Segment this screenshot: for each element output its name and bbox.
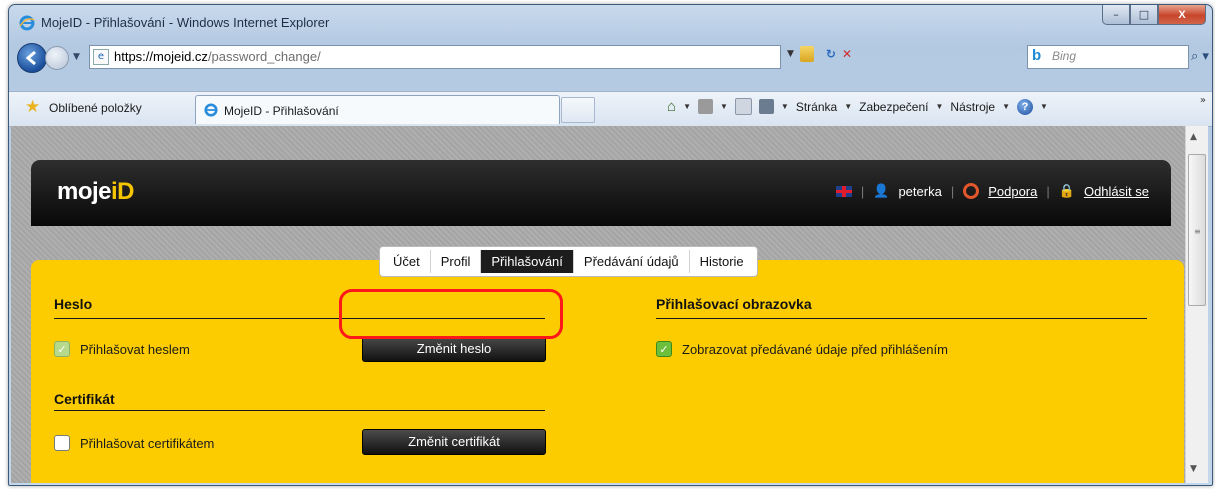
title-bar[interactable]: MojeID - Přihlašování - Windows Internet…: [9, 5, 1212, 41]
english-flag-icon[interactable]: [835, 185, 852, 197]
command-bar: ⌂ ▼ ▼ ▼ Stránka ▼ Zabezpečení ▼ Nástroje ▼ ?…: [667, 98, 1048, 115]
print-icon[interactable]: [758, 99, 774, 114]
support-link[interactable]: Podpora: [988, 184, 1037, 199]
forward-button[interactable]: [45, 46, 69, 70]
separator: |: [950, 183, 955, 199]
certificate-divider: [54, 410, 545, 411]
scroll-grip-icon: ≡: [1194, 227, 1201, 236]
toolbar-overflow-icon[interactable]: »: [1200, 95, 1206, 106]
site-tabs: Účet Profil Přihlašování Předávání údajů…: [379, 246, 758, 277]
password-checkbox-row: ✓ Přihlašovat heslem: [54, 341, 190, 357]
show-shared-data-label: Zobrazovat předávané údaje před přihláše…: [682, 341, 948, 357]
menu-tools[interactable]: Nástroje: [950, 100, 995, 114]
new-tab-button[interactable]: [561, 97, 595, 123]
history-dropdown-icon[interactable]: ▼: [73, 52, 80, 62]
mojeid-logo[interactable]: mojeiD: [57, 178, 135, 206]
tab-ucet[interactable]: Účet: [383, 250, 431, 273]
tab-profil[interactable]: Profil: [431, 250, 482, 273]
page-viewport: mojeiD | 👤 peterka | Podpora | 🔒 Odhlási…: [11, 126, 1185, 483]
header-user-links: | 👤 peterka | Podpora | 🔒 Odhlásit se: [835, 183, 1149, 199]
back-button[interactable]: [17, 43, 47, 73]
tab-ie-icon: [204, 103, 218, 117]
mail-icon[interactable]: [734, 98, 752, 115]
separator: |: [1046, 183, 1050, 199]
address-dropdown-icon[interactable]: ▼: [787, 49, 794, 59]
scroll-up-icon[interactable]: ▲: [1190, 132, 1197, 142]
stop-icon[interactable]: ✕: [842, 47, 852, 61]
logout-link[interactable]: Odhlásit se: [1084, 184, 1149, 199]
help-dropdown-icon[interactable]: ▼: [1040, 102, 1048, 111]
certificate-checkbox-row: Přihlašovat certifikátem: [54, 435, 214, 451]
address-url: https://mojeid.cz/password_change/: [114, 49, 321, 64]
page-dropdown-icon[interactable]: ▼: [844, 102, 852, 111]
username[interactable]: peterka: [898, 184, 941, 199]
browser-window: MojeID - Přihlašování - Windows Internet…: [8, 4, 1213, 486]
site-header: mojeiD | 👤 peterka | Podpora | 🔒 Odhlási…: [31, 160, 1171, 226]
favorites-bar: ★ Oblíbené položky MojeID - Přihlašování…: [9, 91, 1212, 127]
minimize-button[interactable]: –: [1102, 5, 1130, 25]
separator: |: [860, 183, 865, 199]
tab-predavani-udaju[interactable]: Předávání údajů: [574, 250, 690, 273]
maximize-button[interactable]: □: [1130, 5, 1158, 25]
login-screen-section-title: Přihlašovací obrazovka: [656, 296, 812, 312]
address-bar[interactable]: e https://mojeid.cz/password_change/: [89, 45, 781, 69]
scroll-down-icon[interactable]: ▼: [1190, 464, 1197, 474]
menu-page[interactable]: Stránka: [796, 100, 837, 114]
change-password-button[interactable]: Změnit heslo: [362, 336, 546, 362]
url-host: https://mojeid.cz: [114, 49, 208, 64]
favorites-label[interactable]: Oblíbené položky: [49, 101, 142, 115]
url-path: /password_change/: [207, 49, 321, 64]
user-icon: 👤: [873, 183, 890, 198]
lifebuoy-icon: [963, 183, 980, 199]
window-title: MojeID - Přihlašování - Windows Internet…: [41, 15, 330, 30]
browser-tab[interactable]: MojeID - Přihlašování: [195, 95, 560, 124]
page-icon: e: [93, 49, 109, 65]
search-placeholder: Bing: [1052, 49, 1077, 63]
feeds-dropdown-icon[interactable]: ▼: [720, 102, 728, 111]
scroll-thumb[interactable]: ≡: [1188, 154, 1206, 306]
back-arrow-icon: [25, 50, 36, 66]
close-button[interactable]: X: [1158, 5, 1206, 25]
tab-historie[interactable]: Historie: [690, 250, 754, 273]
password-login-checkbox[interactable]: ✓: [54, 341, 70, 357]
home-icon[interactable]: ⌂: [667, 98, 676, 115]
menu-security[interactable]: Zabezpečení: [859, 100, 928, 114]
login-screen-checkbox-row: ✓ Zobrazovat předávané údaje před přihlá…: [656, 341, 948, 357]
certificate-login-label: Přihlašovat certifikátem: [80, 435, 215, 451]
bing-logo-icon: b: [1032, 47, 1042, 64]
password-divider: [54, 318, 545, 319]
home-dropdown-icon[interactable]: ▼: [683, 102, 691, 111]
vertical-scrollbar[interactable]: ▲ ≡ ▼: [1185, 126, 1208, 483]
search-box[interactable]: b Bing: [1027, 45, 1189, 69]
logo-text: moje: [57, 178, 112, 205]
feeds-icon[interactable]: [697, 99, 713, 114]
address-row: ▼ e https://mojeid.cz/password_change/ ▼…: [9, 41, 1212, 77]
tab-title: MojeID - Přihlašování: [224, 104, 339, 118]
help-icon[interactable]: ?: [1017, 98, 1034, 115]
change-certificate-button[interactable]: Změnit certifikát: [362, 429, 546, 455]
certificate-section-title: Certifikát: [54, 391, 115, 407]
print-dropdown-icon[interactable]: ▼: [781, 102, 789, 111]
login-screen-divider: [656, 318, 1147, 319]
password-login-label: Přihlašovat heslem: [80, 341, 190, 357]
certificate-login-checkbox[interactable]: [54, 435, 70, 451]
password-section-title: Heslo: [54, 296, 93, 312]
security-dropdown-icon[interactable]: ▼: [936, 102, 944, 111]
search-icon[interactable]: ⌕ ▾: [1191, 49, 1209, 64]
security-lock-icon[interactable]: [799, 46, 814, 62]
tools-dropdown-icon[interactable]: ▼: [1002, 102, 1010, 111]
lock-icon: 🔒: [1058, 183, 1075, 198]
show-shared-data-checkbox[interactable]: ✓: [656, 341, 672, 357]
tab-prihlasovani[interactable]: Přihlašování: [481, 250, 574, 273]
logo-accent: iD: [111, 178, 135, 205]
ie-logo-icon: [19, 15, 35, 31]
favorites-star-icon[interactable]: ★: [25, 97, 40, 117]
refresh-icon[interactable]: ↻: [826, 47, 836, 61]
